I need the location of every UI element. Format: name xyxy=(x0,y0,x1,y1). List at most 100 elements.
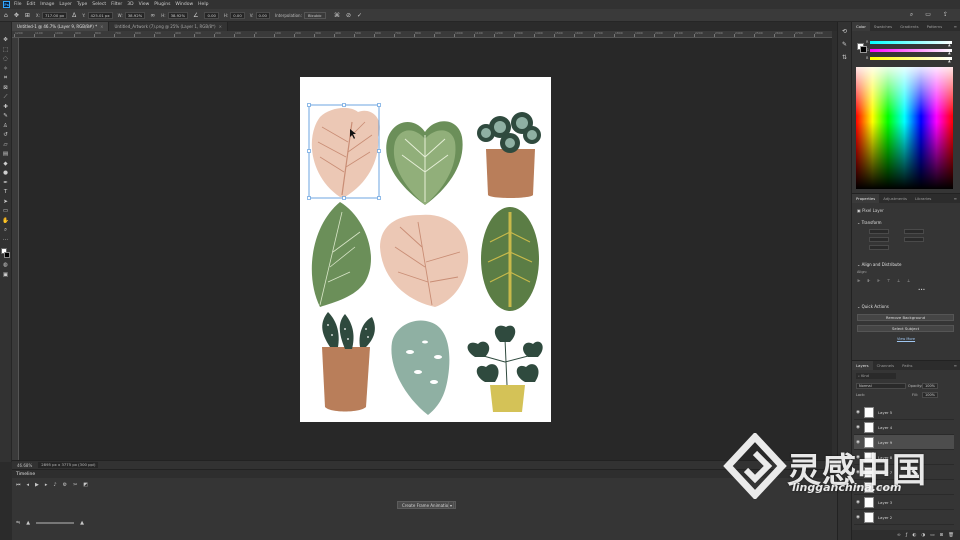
menu-file[interactable]: File xyxy=(14,2,22,7)
potted-plant-dark[interactable] xyxy=(477,112,541,198)
align-left-icon[interactable]: ⊫ xyxy=(857,278,860,283)
layer-row[interactable]: ◉ Layer 6 xyxy=(854,480,954,495)
layer-row[interactable]: ◉ Layer 4 xyxy=(854,420,954,435)
monstera-leaf-large[interactable] xyxy=(380,214,469,307)
document-canvas[interactable] xyxy=(300,77,551,422)
clone-stamp-tool-icon[interactable]: ♙ xyxy=(1,122,10,131)
layer-name[interactable]: Layer 8 xyxy=(878,455,892,460)
adjustments-icon[interactable]: ⇅ xyxy=(842,54,847,61)
trash-icon[interactable]: 🗑 xyxy=(948,533,954,538)
previous-frame-icon[interactable]: ◂ xyxy=(27,482,30,488)
eye-icon[interactable]: ◉ xyxy=(854,455,862,460)
fx-icon[interactable]: ƒ xyxy=(906,533,908,538)
menu-view[interactable]: View xyxy=(139,2,150,7)
menu-layer[interactable]: Layer xyxy=(59,2,72,7)
search-icon[interactable]: ⌕ xyxy=(910,11,913,19)
calathea-leaf[interactable] xyxy=(481,207,539,311)
menu-window[interactable]: Window xyxy=(175,2,193,7)
layer-name[interactable]: Layer 7 xyxy=(878,470,892,475)
y-position-field[interactable]: 425.01 px xyxy=(87,11,113,19)
panel-menu-icon[interactable]: ≡ xyxy=(954,24,957,29)
menu-type[interactable]: Type xyxy=(77,2,87,7)
transform-angle-field[interactable] xyxy=(869,245,889,250)
zoom-in-mountain-icon[interactable]: ▲ xyxy=(80,520,84,526)
transform-y-field[interactable] xyxy=(904,237,924,242)
new-layer-icon[interactable]: ⊞ xyxy=(940,533,944,538)
panel-menu-icon[interactable]: ≡ xyxy=(954,196,957,201)
layer-row[interactable]: ◉ Layer 8 xyxy=(854,450,954,465)
blue-slider[interactable]: B ▲ xyxy=(866,56,952,63)
blur-tool-icon[interactable]: ◆ xyxy=(1,160,10,169)
audio-icon[interactable]: ♪ xyxy=(53,482,56,488)
transform-h-field[interactable] xyxy=(869,237,889,242)
zoom-out-mountain-icon[interactable]: ▲ xyxy=(26,520,30,526)
hskew-field[interactable]: 0.00 xyxy=(230,11,245,19)
layer-row[interactable]: ◉ Layer 3 xyxy=(854,495,954,510)
chevron-down-icon[interactable]: ▾ xyxy=(448,501,454,509)
foreground-background-swatches[interactable] xyxy=(1,248,10,258)
link-layers-icon[interactable]: ∞ xyxy=(897,533,901,538)
align-right-icon[interactable]: ⊩ xyxy=(877,278,880,283)
screen-mode-icon[interactable]: ▣ xyxy=(1,271,10,280)
photoshop-logo-icon[interactable]: Ps xyxy=(3,1,10,8)
move-tool-icon[interactable]: ✥ xyxy=(1,36,10,45)
workspace-icon[interactable]: ▭ xyxy=(925,11,931,19)
brush-settings-icon[interactable]: ✎ xyxy=(842,41,847,48)
tab-gradients[interactable]: Gradients xyxy=(896,22,923,31)
slider-thumb-icon[interactable]: ▲ xyxy=(948,51,951,55)
adansonii-leaf-teal[interactable] xyxy=(391,320,450,415)
eye-icon[interactable]: ◉ xyxy=(854,410,862,415)
tab-color[interactable]: Color xyxy=(852,22,870,31)
commit-transform-icon[interactable]: ✓ xyxy=(357,12,362,19)
brush-tool-icon[interactable]: ✎ xyxy=(1,112,10,121)
rectangle-tool-icon[interactable]: ▭ xyxy=(1,207,10,216)
transform-w-field[interactable] xyxy=(869,229,889,234)
eye-icon[interactable]: ◉ xyxy=(854,515,862,520)
layer-name[interactable]: Layer 4 xyxy=(878,425,892,430)
history-icon[interactable]: ⟲ xyxy=(842,28,847,35)
heart-leaf-green[interactable] xyxy=(386,121,463,205)
height-field[interactable]: 38.92% xyxy=(167,11,189,19)
hand-tool-icon[interactable]: ✋ xyxy=(1,217,10,226)
close-icon[interactable]: × xyxy=(219,24,222,29)
dodge-tool-icon[interactable]: ● xyxy=(1,169,10,178)
tab-adjustments[interactable]: Adjustments xyxy=(879,194,911,203)
share-icon[interactable]: ⇪ xyxy=(943,11,948,19)
quick-mask-icon[interactable]: ◍ xyxy=(1,261,10,270)
panel-menu-icon[interactable]: ≡ xyxy=(954,363,957,368)
more-options-icon[interactable]: ••• xyxy=(918,287,925,292)
layer-name[interactable]: Layer 9 xyxy=(878,440,892,445)
zoom-level[interactable]: 46.68% xyxy=(17,463,32,468)
menu-3d[interactable]: 3D xyxy=(127,2,133,7)
tab-untitled-artwork[interactable]: Untitled_Artwork (7).png @ 25% (Layer 1,… xyxy=(109,22,228,31)
slider-thumb-icon[interactable]: ▲ xyxy=(948,59,951,63)
blend-mode-dropdown[interactable]: Normal xyxy=(856,383,906,389)
more-tools-icon[interactable]: ··· xyxy=(1,236,10,245)
align-middle-icon[interactable]: ⊥ xyxy=(897,278,900,283)
timeline-zoom-slider[interactable] xyxy=(36,522,75,524)
gradient-tool-icon[interactable]: ▤ xyxy=(1,150,10,159)
adjustment-layer-icon[interactable]: ◑ xyxy=(921,533,925,538)
background-color-swatch[interactable] xyxy=(4,252,10,258)
potted-plant-yellow[interactable] xyxy=(467,325,543,412)
close-icon[interactable]: × xyxy=(100,24,103,29)
potted-plant-spotted[interactable] xyxy=(322,312,375,412)
width-field[interactable]: 38.92% xyxy=(124,11,146,19)
link-icon[interactable]: ∞ xyxy=(150,12,155,19)
menu-select[interactable]: Select xyxy=(92,2,106,7)
menu-plugins[interactable]: Plugins xyxy=(154,2,170,7)
healing-brush-tool-icon[interactable]: ✚ xyxy=(1,103,10,112)
red-slider[interactable]: R ▲ xyxy=(866,40,952,47)
lasso-tool-icon[interactable]: ◌ xyxy=(1,55,10,64)
tab-patterns[interactable]: Patterns xyxy=(923,22,947,31)
color-spectrum-ramp[interactable] xyxy=(856,67,953,189)
green-slider[interactable]: G ▲ xyxy=(866,48,952,55)
layer-filter-search[interactable]: ⌕ Kind xyxy=(856,373,896,379)
eye-icon[interactable]: ◉ xyxy=(854,500,862,505)
settings-icon[interactable]: ⚙ xyxy=(63,482,67,488)
document-info[interactable]: 2895 px x 3775 px (300 ppi) xyxy=(38,462,99,468)
align-section[interactable]: ⌄ Align and Distribute xyxy=(857,262,901,267)
transition-icon[interactable]: ◩ xyxy=(83,482,88,488)
monstera-leaf-small[interactable] xyxy=(311,107,380,197)
play-icon[interactable]: ▶ xyxy=(35,482,39,488)
